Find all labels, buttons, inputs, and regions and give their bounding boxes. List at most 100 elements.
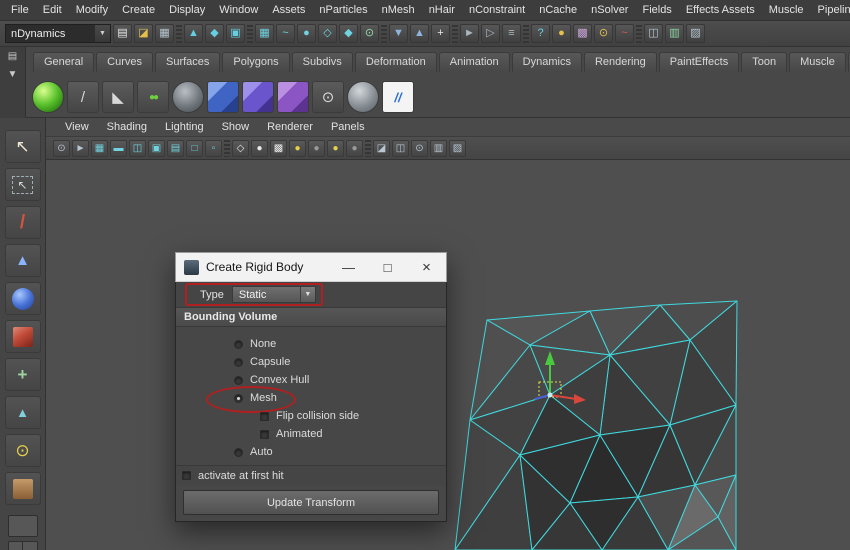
maximize-button[interactable]: □ — [368, 253, 407, 281]
lasso-tool[interactable]: ↖ — [4, 168, 41, 201]
shelf-tab[interactable]: Dynamics — [511, 52, 582, 72]
gamma-icon[interactable]: ▨ — [449, 139, 466, 157]
select-component-icon[interactable]: ▣ — [226, 24, 245, 43]
rotate-tool[interactable] — [4, 282, 41, 315]
ipr-render-icon[interactable]: ▷ — [481, 24, 500, 43]
divider-grip[interactable] — [636, 24, 642, 43]
shelf-tab[interactable]: PaintEffects — [658, 52, 740, 72]
soft-body-icon[interactable] — [277, 81, 309, 113]
option-control[interactable] — [234, 375, 243, 385]
snap-grid-icon[interactable]: ▦ — [255, 24, 274, 43]
shelf-tab[interactable]: Curves — [96, 52, 153, 72]
menu-item[interactable]: nParticles — [312, 4, 374, 16]
snap-curve-icon[interactable]: ~ — [276, 24, 295, 43]
emit-object-icon[interactable]: ◣ — [102, 81, 134, 113]
help-line-icon[interactable]: ? — [531, 24, 550, 43]
gate-mask-icon[interactable]: ▣ — [148, 139, 165, 157]
menu-item[interactable]: Fields — [635, 4, 678, 16]
paint-effects-shelf-icon[interactable]: // — [382, 81, 414, 113]
snap-surface-icon[interactable]: ◆ — [339, 24, 358, 43]
attr-editor-toggle-icon[interactable]: ◫ — [644, 24, 663, 43]
radio-none[interactable]: None — [176, 335, 446, 353]
film-gate-icon[interactable]: ▬ — [110, 139, 127, 157]
last-tool[interactable] — [4, 472, 41, 505]
select-object-icon[interactable]: ◆ — [205, 24, 224, 43]
shelf-tab[interactable]: Deformation — [354, 52, 437, 72]
menu-item[interactable]: Display — [162, 4, 212, 16]
save-scene-icon[interactable]: ▦ — [155, 24, 174, 43]
divider-grip[interactable] — [381, 24, 387, 43]
panel-menu-item[interactable]: Show — [213, 121, 259, 133]
menu-item[interactable]: Effects Assets — [679, 4, 762, 16]
menu-item[interactable]: File — [4, 4, 36, 16]
open-scene-icon[interactable]: ◪ — [134, 24, 153, 43]
option-control[interactable] — [260, 411, 269, 421]
select-tool[interactable]: ↖ — [4, 130, 41, 163]
menu-item[interactable]: Muscle — [762, 4, 811, 16]
hinge-constraint-icon[interactable]: ⊙ — [312, 81, 344, 113]
panel-menu-item[interactable]: Panels — [322, 121, 374, 133]
menu-item[interactable]: Pipeline — [811, 4, 850, 16]
option-control[interactable] — [234, 393, 243, 403]
shaded-mode-icon[interactable]: ● — [251, 139, 268, 157]
shelf-collapse-icon[interactable]: ▼ — [8, 70, 18, 80]
motion-blur-icon[interactable]: ● — [346, 139, 363, 157]
activate-checkbox-control[interactable] — [182, 471, 191, 480]
chevron-down-icon[interactable]: ▼ — [299, 287, 315, 302]
show-manips-tool[interactable]: ⊙ — [4, 434, 41, 467]
scene-mesh[interactable] — [440, 285, 850, 550]
minimize-button[interactable]: — — [329, 253, 368, 281]
channel-box-toggle-icon[interactable]: ▨ — [686, 24, 705, 43]
option-control[interactable] — [260, 429, 269, 439]
rigid-rock-icon[interactable] — [172, 81, 204, 113]
update-transform-button[interactable]: Update Transform — [183, 490, 439, 515]
menu-item[interactable]: Assets — [265, 4, 312, 16]
make-live-icon[interactable]: ⊙ — [360, 24, 379, 43]
field-chart-icon[interactable]: ▤ — [167, 139, 184, 157]
snap-view-plane-icon[interactable]: ◇ — [318, 24, 337, 43]
shelf-tab[interactable]: Polygons — [222, 52, 290, 72]
divider-grip[interactable] — [452, 24, 458, 43]
divider-grip[interactable] — [224, 139, 230, 157]
paint-select-tool[interactable]: / — [4, 206, 41, 239]
bounding-volume-header[interactable]: Bounding Volume — [176, 308, 446, 327]
construction-history-icon[interactable]: + — [431, 24, 450, 43]
divider-grip[interactable] — [523, 24, 529, 43]
panel-menu-item[interactable]: View — [56, 121, 98, 133]
nail-constraint-icon[interactable]: / — [67, 81, 99, 113]
menu-item[interactable]: nHair — [422, 4, 462, 16]
universal-manip-tool[interactable]: + — [4, 358, 41, 391]
soft-mod-tool[interactable]: ▲ — [4, 396, 41, 429]
menu-item[interactable]: Window — [212, 4, 265, 16]
option-control[interactable] — [234, 357, 243, 367]
use-all-lights-icon[interactable]: ● — [289, 139, 306, 157]
isolate-select-icon[interactable]: ◪ — [373, 139, 390, 157]
menu-item[interactable]: Edit — [36, 4, 69, 16]
shelf-tab[interactable]: Toon — [741, 52, 788, 72]
menu-item[interactable]: Modify — [69, 4, 115, 16]
sets-partition-icon[interactable]: ▩ — [573, 24, 592, 43]
dialog-titlebar[interactable]: Create Rigid Body — □ × — [175, 252, 447, 282]
single-pane-layout-button[interactable] — [7, 515, 38, 537]
render-settings-icon[interactable]: ≡ — [502, 24, 521, 43]
textured-mode-icon[interactable]: ▩ — [270, 139, 287, 157]
shelf-tab[interactable]: Animation — [438, 52, 510, 72]
four-pane-layout-button[interactable] — [7, 541, 38, 550]
ambient-occlusion-icon[interactable]: ● — [327, 139, 344, 157]
menu-item[interactable]: nConstraint — [462, 4, 532, 16]
camera-select-icon[interactable]: ⊙ — [53, 139, 70, 157]
checkbox-flip-collision-side[interactable]: Flip collision side — [176, 407, 446, 425]
curve-snap-key-icon[interactable]: ~ — [615, 24, 634, 43]
wireframe-mode-icon[interactable]: ◇ — [232, 139, 249, 157]
radio-auto[interactable]: Auto — [176, 443, 446, 461]
shelf-tab[interactable]: Surfaces — [154, 52, 221, 72]
bookmark-view-icon[interactable]: ► — [72, 139, 89, 157]
xray-icon[interactable]: ◫ — [392, 139, 409, 157]
collide-sphere-icon[interactable] — [347, 81, 379, 113]
radio-capsule[interactable]: Capsule — [176, 353, 446, 371]
divider-grip[interactable] — [365, 139, 371, 157]
output-connections-icon[interactable]: ▲ — [410, 24, 429, 43]
checkbox-animated[interactable]: Animated — [176, 425, 446, 443]
checkbox-activate-at-first-hit[interactable]: activate at first hit — [176, 465, 446, 485]
joints-xray-icon[interactable]: ⊙ — [411, 139, 428, 157]
